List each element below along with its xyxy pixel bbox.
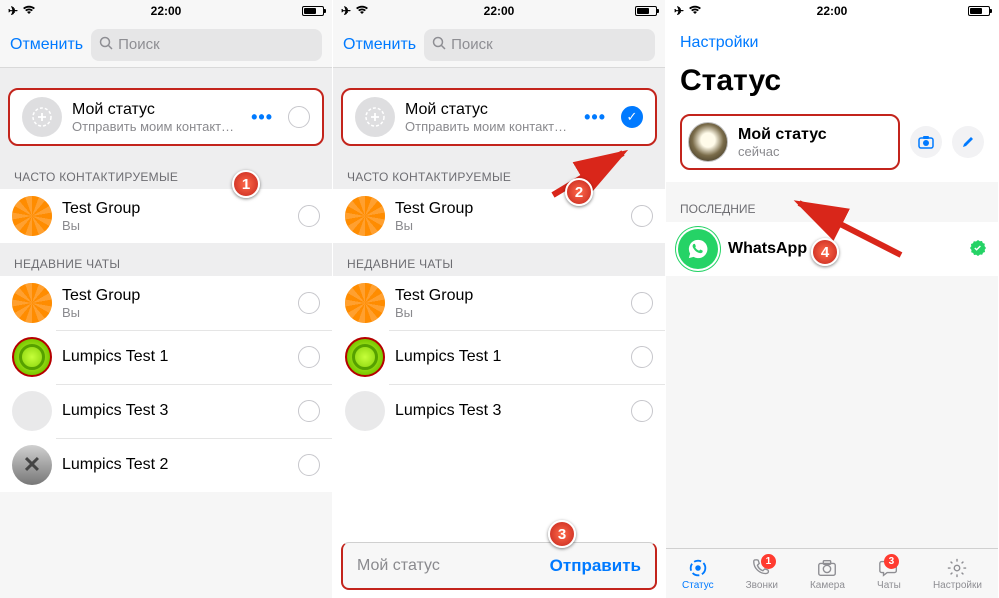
wifi-icon: [22, 4, 36, 18]
list-item[interactable]: Test GroupВы: [0, 276, 332, 330]
status-bar: ✈ 22:00: [333, 0, 665, 22]
my-status-highlight[interactable]: Мой статус сейчас: [680, 114, 900, 170]
battery-icon: [635, 6, 657, 16]
search-icon: [99, 36, 113, 54]
more-icon[interactable]: •••: [584, 107, 606, 128]
my-status-sub: Отправить моим контактам, кр...: [72, 119, 241, 134]
status-add-icon: [355, 97, 395, 137]
annotation-badge-3: 3: [548, 520, 576, 548]
avatar: [12, 283, 52, 323]
select-radio[interactable]: [298, 205, 320, 227]
status-add-icon: [22, 97, 62, 137]
my-status-row[interactable]: Мой статус Отправить моим контактам, кр.…: [8, 88, 324, 146]
list-item[interactable]: Lumpics Test 3: [0, 384, 332, 438]
page-title: Статус: [680, 64, 984, 98]
wifi-icon: [355, 4, 369, 18]
clock: 22:00: [817, 4, 848, 18]
cancel-button[interactable]: Отменить: [343, 36, 416, 54]
list-item[interactable]: Lumpics Test 1: [333, 330, 665, 384]
avatar: [12, 337, 52, 377]
whatsapp-avatar: [678, 229, 718, 269]
avatar: [12, 391, 52, 431]
my-status-row[interactable]: Мой статус Отправить моим контактам, кр.…: [341, 88, 657, 146]
tab-camera[interactable]: Камера: [810, 557, 845, 591]
header: Отменить Поиск: [0, 22, 332, 68]
avatar: [345, 337, 385, 377]
annotation-arrow: [781, 195, 911, 265]
search-icon: [432, 36, 446, 54]
select-radio[interactable]: [288, 106, 310, 128]
my-status-title: Мой статус: [72, 101, 241, 119]
back-button[interactable]: Настройки: [680, 34, 758, 51]
avatar: [345, 391, 385, 431]
search-input[interactable]: Поиск: [91, 29, 322, 61]
tab-chats[interactable]: Чаты 3: [877, 557, 901, 591]
list-item[interactable]: Lumpics Test 1: [0, 330, 332, 384]
list-item[interactable]: Lumpics Test 3: [333, 384, 665, 438]
airplane-icon: ✈: [674, 4, 684, 18]
select-radio[interactable]: [298, 292, 320, 314]
select-radio[interactable]: [298, 454, 320, 476]
edit-button[interactable]: [952, 126, 984, 158]
badge: 3: [884, 554, 899, 569]
status-bar: ✈ 22:00: [0, 0, 332, 22]
tab-bar: Статус Звонки 1 Камера Чаты 3 Настройки: [666, 548, 998, 598]
header: Настройки Статус: [666, 22, 998, 102]
avatar: [688, 122, 728, 162]
section-recent: НЕДАВНИЕ ЧАТЫ: [0, 243, 332, 276]
wifi-icon: [688, 4, 702, 18]
avatar: [12, 445, 52, 485]
clock: 22:00: [151, 4, 182, 18]
tab-status[interactable]: Статус: [682, 557, 714, 591]
cancel-button[interactable]: Отменить: [10, 36, 83, 54]
select-radio[interactable]: [298, 346, 320, 368]
panel-1: ✈ 22:00 Отменить Поиск Мой статус Отправ…: [0, 0, 333, 598]
select-radio-checked[interactable]: ✓: [621, 106, 643, 128]
camera-button[interactable]: [910, 126, 942, 158]
panel-2: ✈ 22:00 Отменить Поиск Мой статус Отправ…: [333, 0, 666, 598]
avatar: [12, 196, 52, 236]
battery-icon: [968, 6, 990, 16]
tab-settings[interactable]: Настройки: [933, 557, 982, 591]
avatar: [345, 196, 385, 236]
status-bar: ✈ 22:00: [666, 0, 998, 22]
search-placeholder: Поиск: [118, 36, 160, 53]
search-input[interactable]: Поиск: [424, 29, 655, 61]
more-icon[interactable]: •••: [251, 107, 273, 128]
annotation-badge-2: 2: [565, 178, 593, 206]
list-item[interactable]: Test GroupВы: [333, 276, 665, 330]
tab-calls[interactable]: Звонки 1: [746, 557, 778, 591]
panel-3: ✈ 22:00 Настройки Статус Мой статус сейч…: [666, 0, 999, 598]
footer-label: Мой статус: [357, 557, 440, 575]
my-status-row: Мой статус сейчас: [666, 102, 998, 182]
list-item[interactable]: Test GroupВы: [0, 189, 332, 243]
section-frequent: ЧАСТО КОНТАКТИРУЕМЫЕ: [0, 156, 332, 189]
airplane-icon: ✈: [341, 4, 351, 18]
annotation-badge-4: 4: [811, 238, 839, 266]
header: Отменить Поиск: [333, 22, 665, 68]
battery-icon: [302, 6, 324, 16]
badge: 1: [761, 554, 776, 569]
clock: 22:00: [484, 4, 515, 18]
annotation-badge-1: 1: [232, 170, 260, 198]
send-footer: Мой статус Отправить: [341, 542, 657, 590]
verified-icon: [970, 240, 986, 259]
select-radio[interactable]: [298, 400, 320, 422]
airplane-icon: ✈: [8, 4, 18, 18]
send-button[interactable]: Отправить: [550, 556, 641, 576]
annotation-arrow: [543, 145, 643, 200]
list-item[interactable]: Lumpics Test 2: [0, 438, 332, 492]
avatar: [345, 283, 385, 323]
